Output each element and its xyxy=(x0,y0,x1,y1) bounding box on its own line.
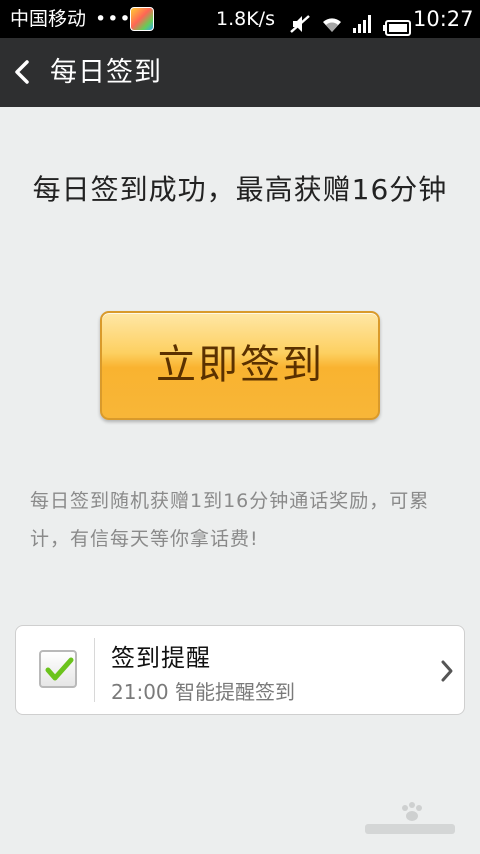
reminder-title: 签到提醒 xyxy=(111,644,211,672)
divider xyxy=(94,638,95,702)
back-icon xyxy=(15,60,29,84)
title-bar: 每日签到 xyxy=(0,38,480,107)
clock: 10:27 xyxy=(413,7,474,31)
reminder-checkbox[interactable] xyxy=(39,650,77,688)
network-speed: 1.8K/s xyxy=(216,8,275,30)
watermark-logo xyxy=(360,800,460,840)
reminder-row[interactable]: 签到提醒 21:00 智能提醒签到 xyxy=(15,625,465,715)
app-notification-icon xyxy=(130,7,154,31)
signin-headline: 每日签到成功，最高获赠16分钟 xyxy=(32,173,448,206)
signin-button[interactable]: 立即签到 xyxy=(100,311,380,420)
carrier-label: 中国移动 xyxy=(10,8,87,30)
page-title: 每日签到 xyxy=(50,57,162,88)
reminder-subtitle: 21:00 智能提醒签到 xyxy=(111,680,295,704)
reward-description: 每日签到随机获赠1到16分钟通话奖励，可累计，有信每天等你拿话费! xyxy=(30,490,430,550)
back-button[interactable] xyxy=(4,52,44,92)
status-bar: 中国移动 ••• 1.8K/s 10:27 xyxy=(0,0,480,38)
chevron-right-icon xyxy=(439,659,455,687)
notification-dots: ••• xyxy=(95,8,132,30)
check-icon xyxy=(45,657,74,681)
